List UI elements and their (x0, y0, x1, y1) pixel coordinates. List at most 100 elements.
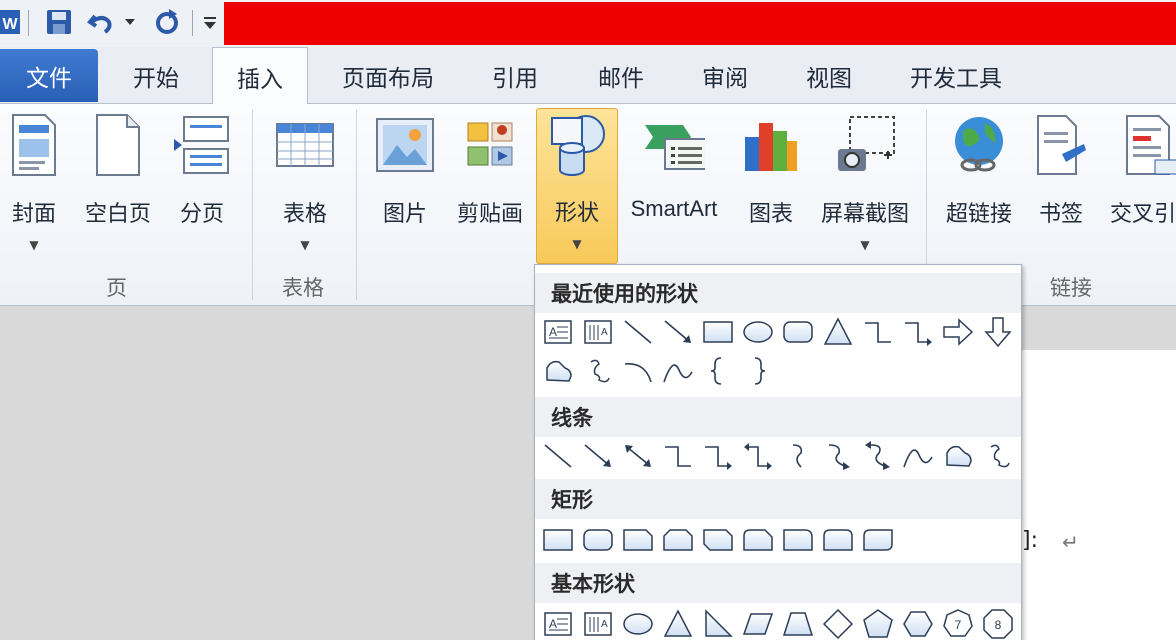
undo-icon[interactable] (86, 8, 116, 36)
document-page[interactable]: ]: ↵ (1022, 350, 1176, 640)
freeform-shape-icon[interactable] (941, 439, 975, 473)
arrow-shape-icon[interactable] (581, 439, 615, 473)
snip-round-shape-icon[interactable] (741, 523, 775, 557)
blank-page-button[interactable]: 空白页 (80, 110, 156, 260)
chart-button[interactable]: 图表 (738, 110, 804, 260)
round-diagonal-shape-icon[interactable] (861, 523, 895, 557)
shapes-label: 形状 (554, 201, 599, 226)
vertical-text-box-shape-icon[interactable]: A (581, 315, 615, 349)
elbow-arrow-shape-icon[interactable] (701, 439, 735, 473)
curve-shape-icon[interactable] (901, 439, 935, 473)
curve-shape-icon[interactable] (661, 354, 695, 388)
oval-shape-icon[interactable] (621, 607, 655, 640)
tab-mailings[interactable]: 邮件 (574, 47, 668, 104)
tab-review[interactable]: 审阅 (678, 47, 772, 104)
cover-page-button[interactable]: 封面 ▼ (2, 110, 66, 260)
cross-reference-button[interactable]: 交叉引 (1104, 110, 1176, 260)
trapezoid-shape-icon[interactable] (781, 607, 815, 640)
elbow-arrow-connector-shape-icon[interactable] (901, 315, 935, 349)
double-arrow-shape-icon[interactable] (621, 439, 655, 473)
picture-icon (374, 112, 436, 178)
oval-shape-icon[interactable] (741, 315, 775, 349)
scribble-shape-icon[interactable] (581, 354, 615, 388)
shapes-button[interactable]: 形状 ▼ (536, 108, 618, 264)
rectangle-shape-icon[interactable] (541, 523, 575, 557)
group-label-links: 链接 (1050, 276, 1092, 300)
chevron-down-icon: ▼ (860, 238, 870, 252)
tab-developer[interactable]: 开发工具 (892, 47, 1020, 104)
table-button[interactable]: 表格 ▼ (268, 110, 342, 260)
down-arrow-shape-icon[interactable] (981, 315, 1015, 349)
freeform-shape-icon[interactable] (541, 354, 575, 388)
curved-arrow-shape-icon[interactable] (821, 439, 855, 473)
cover-page-icon (3, 112, 65, 178)
scribble-shape-icon[interactable] (981, 439, 1015, 473)
right-arrow-shape-icon[interactable] (941, 315, 975, 349)
word-app-icon[interactable]: W (0, 8, 20, 36)
smartart-button[interactable]: SmartArt (620, 110, 728, 260)
right-brace-shape-icon[interactable] (741, 354, 775, 388)
curved-double-arrow-shape-icon[interactable] (861, 439, 895, 473)
group-label-pages: 页 (106, 276, 127, 300)
screenshot-button[interactable]: 屏幕截图 ▼ (814, 110, 916, 260)
group-separator (252, 110, 253, 300)
round-same-side-shape-icon[interactable] (821, 523, 855, 557)
tab-file[interactable]: 文件 (0, 49, 98, 102)
arrow-line-shape-icon[interactable] (661, 315, 695, 349)
snip-same-side-shape-icon[interactable] (661, 523, 695, 557)
bookmark-button[interactable]: 书签 (1030, 110, 1092, 260)
blank-page-icon (87, 112, 149, 178)
pentagon-shape-icon[interactable] (861, 607, 895, 640)
save-icon[interactable] (44, 8, 74, 36)
ribbon-tabs: 文件 开始 插入 页面布局 引用 邮件 审阅 视图 开发工具 (0, 47, 1176, 105)
clip-art-button[interactable]: 剪贴画 (452, 110, 528, 260)
tab-page-layout[interactable]: 页面布局 (326, 47, 450, 104)
round-single-corner-shape-icon[interactable] (781, 523, 815, 557)
tab-references[interactable]: 引用 (470, 47, 560, 104)
tab-home[interactable]: 开始 (108, 47, 204, 104)
rounded-rectangle-shape-icon[interactable] (581, 523, 615, 557)
text-box-shape-icon[interactable]: A (541, 315, 575, 349)
line-shape-icon[interactable] (541, 439, 575, 473)
diamond-shape-icon[interactable] (821, 607, 855, 640)
parallelogram-shape-icon[interactable] (741, 607, 775, 640)
vertical-text-box-shape-icon[interactable]: A (581, 607, 615, 640)
page-break-button[interactable]: 分页 (170, 110, 234, 260)
rectangle-shape-icon[interactable] (701, 315, 735, 349)
chevron-down-icon: ▼ (300, 238, 310, 252)
heptagon-shape-icon[interactable]: 7 (941, 607, 975, 640)
hexagon-shape-icon[interactable] (901, 607, 935, 640)
redo-icon[interactable] (152, 8, 182, 36)
svg-text:8: 8 (995, 618, 1002, 632)
elbow-connector-shape-icon[interactable] (861, 315, 895, 349)
screenshot-label: 屏幕截图 (820, 202, 909, 227)
octagon-shape-icon[interactable]: 8 (981, 607, 1015, 640)
hyperlink-globe-icon (948, 112, 1010, 178)
redacted-title-bar (224, 2, 1176, 45)
rounded-rectangle-shape-icon[interactable] (781, 315, 815, 349)
tab-insert[interactable]: 插入 (212, 47, 308, 105)
bookmark-label: 书签 (1038, 202, 1083, 227)
text-box-shape-icon[interactable]: A (541, 607, 575, 640)
bookmark-icon (1030, 112, 1092, 178)
arc-shape-icon[interactable] (621, 354, 655, 388)
cross-reference-label: 交叉引 (1110, 202, 1176, 227)
picture-button[interactable]: 图片 (372, 110, 438, 260)
elbow-double-arrow-shape-icon[interactable] (741, 439, 775, 473)
quick-access-toolbar: W (0, 0, 1176, 47)
right-triangle-shape-icon[interactable] (701, 607, 735, 640)
curved-connector-shape-icon[interactable] (781, 439, 815, 473)
chevron-down-icon: ▼ (29, 238, 39, 252)
customize-toolbar-icon[interactable] (200, 8, 220, 36)
page-break-icon (171, 112, 233, 178)
triangle-shape-icon[interactable] (821, 315, 855, 349)
snip-single-corner-shape-icon[interactable] (621, 523, 655, 557)
tab-view[interactable]: 视图 (782, 47, 876, 104)
elbow-connector-shape-icon[interactable] (661, 439, 695, 473)
line-shape-icon[interactable] (621, 315, 655, 349)
hyperlink-button[interactable]: 超链接 (938, 110, 1020, 260)
undo-dropdown-icon[interactable] (122, 8, 138, 36)
snip-diagonal-shape-icon[interactable] (701, 523, 735, 557)
left-brace-shape-icon[interactable] (701, 354, 735, 388)
triangle-shape-icon[interactable] (661, 607, 695, 640)
